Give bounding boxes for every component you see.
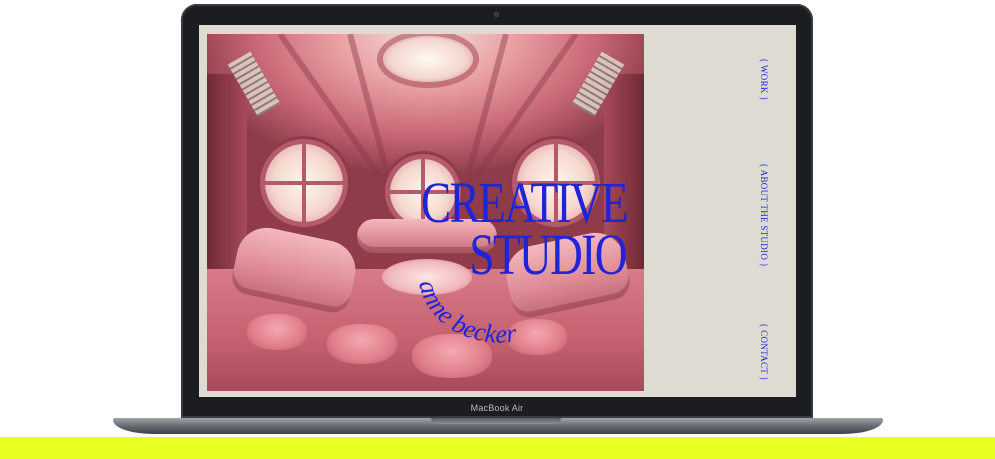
nav-work-link[interactable]: { WORK } [759, 58, 769, 101]
yellow-band [0, 437, 995, 459]
signature-label: anne becker [413, 277, 519, 349]
svg-text:anne becker: anne becker [413, 277, 519, 349]
website-screen: CREATIVE STUDIO anne becker { WORK } { A… [199, 25, 796, 397]
signature-text: anne becker [413, 277, 519, 349]
nav-about-link[interactable]: { ABOUT THE STUDIO } [759, 163, 769, 267]
nav-contact-link[interactable]: { CONTACT } [759, 323, 769, 381]
camera-icon [494, 12, 499, 17]
laptop-notch [431, 418, 561, 424]
device-model-label: MacBook Air [470, 403, 524, 413]
